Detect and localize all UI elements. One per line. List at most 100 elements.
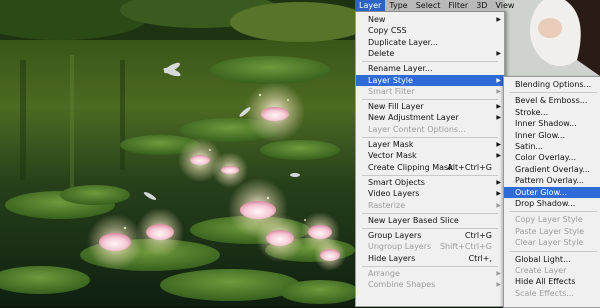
menu-item-inner-glow[interactable]: Inner Glow... [504,130,600,141]
submenu-arrow-icon: ▶ [496,270,501,277]
submenu-arrow-icon: ▶ [496,178,501,186]
menubar-view[interactable]: View [491,0,518,11]
menu-item-label: Duplicate Layer... [368,37,438,47]
menubar-select[interactable]: Select [412,0,445,11]
menu-separator [362,228,498,230]
menu-item-combine-shapes[interactable]: Combine Shapes ▶ [356,279,504,290]
submenu-arrow-icon: ▶ [496,49,501,57]
menu-item-label: Hide Layers [368,253,416,263]
menu-item-label: Paste Layer Style [515,226,585,236]
menu-item-label: Create Clipping Mask [368,162,453,172]
menu-item-blending-options[interactable]: Blending Options... [504,79,600,90]
menu-item-ungroup-layers[interactable]: Ungroup Layers Shift+Ctrl+G [356,241,504,252]
menu-item-label: Drop Shadow... [515,199,576,208]
menu-item-smart-objects[interactable]: Smart Objects ▶ [356,177,504,188]
submenu-arrow-icon: ▶ [496,281,501,289]
menu-item-label: Stroke... [515,107,549,117]
menu-item-delete[interactable]: Delete ▶ [356,48,504,59]
menubar-3d[interactable]: 3D [472,0,491,11]
menu-item-paste-layer-style[interactable]: Paste Layer Style [504,226,600,237]
menubar-type[interactable]: Type [385,0,411,11]
menu-item-inner-shadow[interactable]: Inner Shadow... [504,118,600,129]
menu-item-scale-effects[interactable]: Scale Effects... [504,288,600,299]
menu-item-shortcut: Ctrl+, [468,253,492,263]
menu-item-label: Hide All Effects [515,277,576,287]
menu-separator [509,211,597,213]
menu-separator [362,266,498,267]
menu-item-global-light[interactable]: Global Light... [504,254,600,265]
menu-item-create-layer[interactable]: Create Layer [504,265,600,276]
menu-item-layer-content-options[interactable]: Layer Content Options... [356,124,504,135]
menu-item-layer-style[interactable]: Layer Style ▶ [356,74,504,86]
menubar-layer[interactable]: Layer [355,0,386,11]
menu-item-group-layers[interactable]: Group Layers Ctrl+G [356,230,504,241]
menu-item-label: Group Layers [368,231,422,241]
menu-bar: Layer Type Select Filter 3D View [355,0,514,12]
menu-item-copy-layer-style[interactable]: Copy Layer Style [504,214,600,225]
menu-item-label: Inner Shadow... [515,119,577,129]
menu-item-label: Video Layers [368,189,420,199]
menu-item-outer-glow[interactable]: Outer Glow... [504,186,600,198]
menu-item-label: New Adjustment Layer [368,113,459,123]
menu-item-video-layers[interactable]: Video Layers ▶ [356,188,504,199]
menu-item-stroke[interactable]: Stroke... [504,107,600,118]
menu-item-copy-css[interactable]: Copy CSS [356,25,504,36]
submenu-arrow-icon: ▶ [496,103,501,111]
menu-item-color-overlay[interactable]: Color Overlay... [504,152,600,163]
menu-separator [362,61,498,63]
menu-item-rasterize[interactable]: Rasterize ▶ [356,200,504,211]
submenu-arrow-icon: ▶ [496,201,501,209]
menu-item-create-clipping-mask[interactable]: Create Clipping Mask Alt+Ctrl+G [356,162,504,173]
menu-item-vector-mask[interactable]: Vector Mask ▶ [356,150,504,161]
menu-item-label: Gradient Overlay... [515,164,590,174]
menu-separator [509,250,597,252]
submenu-arrow-icon: ▶ [496,190,501,198]
menu-item-label: Combine Shapes [368,280,436,290]
menu-item-label: Rasterize [368,200,406,210]
menu-item-label: Ungroup Layers [368,242,432,252]
menu-item-gradient-overlay[interactable]: Gradient Overlay... [504,164,600,175]
menu-item-new-adjustment-layer[interactable]: New Adjustment Layer ▶ [356,112,504,123]
menu-item-label: New Layer Based Slice [368,215,459,225]
menu-separator [362,212,498,214]
menu-separator [362,174,498,176]
menu-item-hide-layers[interactable]: Hide Layers Ctrl+, [356,253,504,264]
menu-item-label: Delete [368,48,395,58]
menu-item-label: Layer Style [368,75,413,85]
menu-separator [362,137,498,138]
menu-item-label: Blending Options... [515,80,592,89]
menu-item-bevel-emboss[interactable]: Bevel & Emboss... [504,95,600,106]
menu-item-drop-shadow[interactable]: Drop Shadow... [504,198,600,209]
menu-item-smart-filter[interactable]: Smart Filter ▶ [356,86,504,97]
menubar-filter[interactable]: Filter [444,0,472,11]
menu-item-label: Smart Objects [368,177,425,187]
menu-item-new-layer-based-slice[interactable]: New Layer Based Slice [356,215,504,226]
menu-item-satin[interactable]: Satin... [504,141,600,152]
menu-item-label: Layer Content Options... [368,124,466,134]
menu-item-label: Inner Glow... [515,130,566,140]
menu-item-label: Layer Mask [368,140,414,149]
menu-item-new[interactable]: New ▶ [356,14,504,25]
menu-item-new-fill-layer[interactable]: New Fill Layer ▶ [356,101,504,112]
menu-item-shortcut: Ctrl+G [464,231,492,241]
menu-item-duplicate-layer[interactable]: Duplicate Layer... [356,37,504,48]
submenu-arrow-icon: ▶ [496,141,501,148]
menu-item-label: Bevel & Emboss... [515,96,588,106]
menu-item-pattern-overlay[interactable]: Pattern Overlay... [504,175,600,186]
menu-item-label: Copy Layer Style [515,215,583,225]
menu-item-clear-layer-style[interactable]: Clear Layer Style [504,237,600,248]
menu-separator [509,92,597,94]
menu-item-label: Satin... [515,142,544,151]
menu-item-rename-layer[interactable]: Rename Layer... [356,63,504,74]
menu-item-layer-mask[interactable]: Layer Mask ▶ [356,139,504,150]
menu-item-label: Global Light... [515,254,571,264]
menu-item-label: New Fill Layer [368,102,424,112]
menu-item-label: Scale Effects... [515,288,574,298]
menu-separator [362,99,498,101]
submenu-arrow-icon: ▶ [496,76,501,84]
menu-item-arrange[interactable]: Arrange ▶ [356,268,504,279]
menu-item-hide-all-effects[interactable]: Hide All Effects [504,276,600,287]
submenu-arrow-icon: ▶ [496,114,501,122]
menu-item-shortcut: Shift+Ctrl+G [439,242,492,252]
menu-item-label: Rename Layer... [368,64,433,74]
